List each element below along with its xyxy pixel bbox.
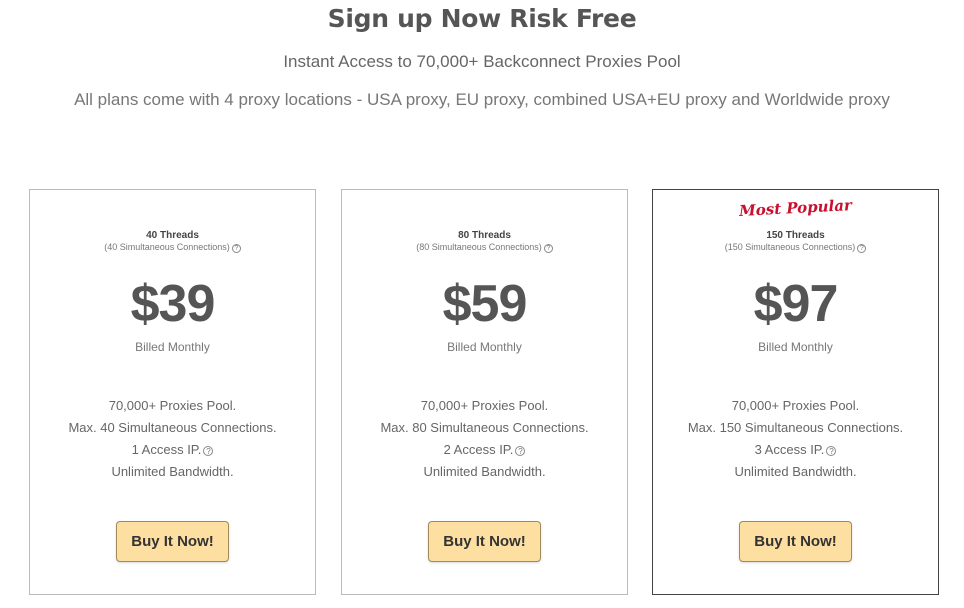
help-icon[interactable]: ? [203, 446, 214, 456]
feature-item: Unlimited Bandwidth. [423, 464, 546, 479]
help-icon[interactable]: ? [515, 446, 526, 456]
plan-features: 70,000+ Proxies Pool. Max. 40 Simultaneo… [30, 395, 315, 483]
most-popular-label: Most Popular [738, 196, 853, 220]
feature-item: 70,000+ Proxies Pool. [731, 398, 860, 413]
feature-item-text: 3 Access IP. [754, 442, 825, 457]
plan-price: $39 [130, 275, 216, 333]
feature-item: 3 Access IP.? [653, 439, 938, 461]
feature-item: Unlimited Bandwidth. [111, 464, 234, 479]
plan-threads: 150 Threads [766, 230, 825, 241]
plan-connections: (80 Simultaneous Connections)? [342, 242, 627, 253]
pricing-card-80-threads: 80 Threads (80 Simultaneous Connections)… [341, 189, 628, 595]
page-subtitle-locations: All plans come with 4 proxy locations - … [74, 90, 890, 109]
help-icon[interactable]: ? [857, 244, 867, 253]
feature-item: Max. 40 Simultaneous Connections. [68, 420, 277, 435]
plan-connections: (150 Simultaneous Connections)? [653, 242, 938, 253]
feature-item: Unlimited Bandwidth. [734, 464, 857, 479]
help-icon[interactable]: ? [231, 244, 241, 253]
plan-connections-text: (40 Simultaneous Connections) [104, 242, 230, 252]
plan-billing: Billed Monthly [758, 340, 833, 354]
pricing-card-150-threads: Most Popular 150 Threads (150 Simultaneo… [652, 189, 939, 595]
plan-threads: 80 Threads [458, 230, 511, 241]
plan-billing: Billed Monthly [447, 340, 522, 354]
feature-item: 1 Access IP.? [30, 439, 315, 461]
feature-item: Max. 80 Simultaneous Connections. [380, 420, 589, 435]
pricing-card-40-threads: 40 Threads (40 Simultaneous Connections)… [29, 189, 316, 595]
help-icon[interactable]: ? [826, 446, 837, 456]
buy-now-button[interactable]: Buy It Now! [739, 521, 852, 562]
feature-item: 2 Access IP.? [342, 439, 627, 461]
plan-threads: 40 Threads [146, 230, 199, 241]
help-icon[interactable]: ? [543, 244, 553, 253]
buy-now-button[interactable]: Buy It Now! [428, 521, 541, 562]
buy-now-button[interactable]: Buy It Now! [116, 521, 229, 562]
feature-item: 70,000+ Proxies Pool. [420, 398, 549, 413]
plan-features: 70,000+ Proxies Pool. Max. 80 Simultaneo… [342, 395, 627, 483]
plan-price: $97 [753, 275, 839, 333]
page-subtitle: Instant Access to 70,000+ Backconnect Pr… [283, 52, 681, 71]
page-title: Sign up Now Risk Free [327, 4, 637, 33]
feature-item-text: 2 Access IP. [443, 442, 514, 457]
feature-item: 70,000+ Proxies Pool. [108, 398, 237, 413]
plan-features: 70,000+ Proxies Pool. Max. 150 Simultane… [653, 395, 938, 483]
feature-item: Max. 150 Simultaneous Connections. [687, 420, 904, 435]
feature-item-text: 1 Access IP. [131, 442, 202, 457]
plan-connections-text: (80 Simultaneous Connections) [416, 242, 542, 252]
plan-billing: Billed Monthly [135, 340, 210, 354]
plan-price: $59 [442, 275, 528, 333]
plan-connections-text: (150 Simultaneous Connections) [724, 242, 856, 252]
plan-connections: (40 Simultaneous Connections)? [30, 242, 315, 253]
